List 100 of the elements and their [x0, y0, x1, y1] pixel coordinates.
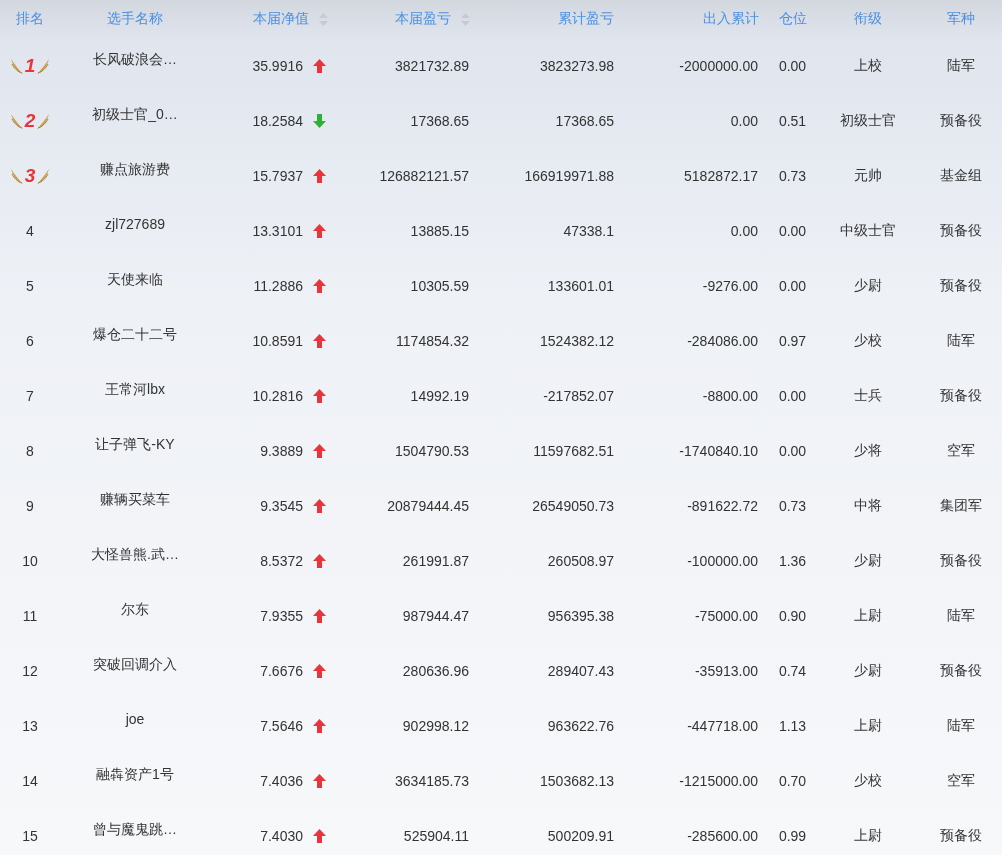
table-cell: 26549050.73: [532, 497, 614, 514]
table-cell: 133601.01: [547, 277, 614, 294]
net-value: 7.9355: [260, 607, 303, 624]
column-header: 排名: [16, 10, 44, 28]
table-cell: -447718.00: [687, 717, 758, 734]
table-cell: 预备役: [940, 386, 982, 405]
table-cell: -9276.00: [702, 277, 758, 294]
table-cell: -284086.00: [687, 332, 758, 349]
column-header: 出入累计: [703, 10, 759, 28]
table-cell: 初级士官: [839, 111, 896, 130]
player-name[interactable]: 大怪兽熊.武…: [91, 546, 179, 564]
rank-number: 6: [26, 332, 34, 349]
table-cell: -1740840.10: [679, 442, 758, 459]
player-name[interactable]: 融犇资产1号: [96, 766, 174, 784]
table-cell: 元帅: [853, 166, 882, 185]
table-cell: 陆军: [947, 331, 975, 350]
net-value: 7.6676: [260, 662, 303, 679]
player-name[interactable]: joe: [125, 711, 145, 727]
table-cell: 17368.65: [410, 112, 469, 129]
table-cell: 3821732.89: [395, 57, 469, 74]
rank-number: 8: [26, 442, 34, 459]
table-cell: 956395.38: [547, 607, 614, 624]
table-cell: 166919971.88: [524, 167, 614, 184]
net-value: 15.7937: [252, 167, 303, 184]
player-name[interactable]: 长风破浪会…: [93, 51, 177, 69]
table-cell: 3634185.73: [395, 772, 469, 789]
table-cell: 0.00: [778, 57, 807, 74]
table-cell: 47338.1: [563, 222, 614, 239]
table-cell: 上校: [853, 56, 882, 75]
rank-badge: 2: [9, 109, 51, 132]
column-header: 衔级: [853, 10, 882, 28]
table-cell: 0.90: [778, 607, 807, 624]
player-name[interactable]: 突破回调介入: [93, 656, 177, 674]
table-cell: 预备役: [940, 111, 982, 130]
table-cell: 陆军: [947, 606, 975, 625]
net-value: 8.5372: [260, 552, 303, 569]
table-cell: 13885.15: [410, 222, 469, 239]
table-cell: 空军: [947, 441, 975, 460]
table-cell: 上尉: [853, 606, 882, 625]
table-cell: 1.13: [778, 717, 807, 734]
table-cell: -1215000.00: [679, 772, 758, 789]
player-name[interactable]: zjl727689: [105, 216, 165, 232]
column-header: 军种: [947, 10, 975, 28]
table-cell: 1.36: [778, 552, 807, 569]
table-cell: 289407.43: [547, 662, 614, 679]
table-cell: 基金组: [940, 166, 982, 185]
rank-badge: 3: [9, 164, 51, 187]
table-cell: 少校: [853, 331, 882, 350]
table-cell: 陆军: [947, 56, 975, 75]
table-cell: 预备役: [940, 221, 982, 240]
rank-badge: 1: [9, 54, 51, 77]
player-name[interactable]: 初级士官_0…: [92, 106, 178, 124]
table-cell: 10305.59: [410, 277, 469, 294]
player-name[interactable]: 曾与魔鬼跳…: [93, 821, 177, 839]
table-cell: 上尉: [853, 826, 882, 845]
table-cell: 500209.91: [547, 827, 614, 844]
table-cell: 空军: [947, 771, 975, 790]
table-cell: 少尉: [853, 551, 882, 570]
table-cell: 1174854.32: [396, 332, 469, 349]
table-cell: 预备役: [940, 661, 982, 680]
rank-number: 5: [26, 277, 34, 294]
table-cell: 3823273.98: [540, 57, 614, 74]
table-cell: 261991.87: [402, 552, 469, 569]
table-cell: 士兵: [853, 386, 882, 405]
table-cell: 0.00: [730, 112, 758, 129]
table-cell: 0.73: [778, 497, 807, 514]
player-name[interactable]: 爆仓二十二号: [93, 326, 177, 344]
rank-number: 15: [22, 827, 38, 844]
table-cell: 0.00: [778, 442, 807, 459]
table-cell: 陆军: [947, 716, 975, 735]
net-value: 9.3889: [260, 442, 303, 459]
rank-number: 9: [26, 497, 34, 514]
net-value: 10.2816: [252, 387, 303, 404]
table-cell: 少尉: [853, 276, 882, 295]
rank-number: 14: [22, 772, 38, 789]
table-cell: -100000.00: [687, 552, 758, 569]
net-value: 7.5646: [260, 717, 303, 734]
table-cell: -2000000.00: [679, 57, 758, 74]
table-cell: 中级士官: [839, 221, 896, 240]
player-name[interactable]: 王常河lbx: [105, 381, 165, 399]
table-cell: 963622.76: [547, 717, 614, 734]
net-value: 13.3101: [252, 222, 303, 239]
table-cell: 20879444.45: [387, 497, 469, 514]
table-cell: 少校: [853, 771, 882, 790]
player-name[interactable]: 赚辆买菜车: [100, 491, 170, 509]
table-cell: 902998.12: [402, 717, 469, 734]
table-cell: 0.00: [778, 387, 807, 404]
player-name[interactable]: 天使来临: [107, 271, 163, 289]
table-cell: -285600.00: [687, 827, 758, 844]
table-cell: 0.00: [730, 222, 758, 239]
player-name[interactable]: 尔东: [121, 601, 149, 619]
table-cell: 少将: [853, 441, 882, 460]
table-cell: 少尉: [853, 661, 882, 680]
rank-number: 4: [26, 222, 34, 239]
rank-number: 12: [22, 662, 38, 679]
player-name[interactable]: 让子弹飞-KY: [95, 436, 175, 454]
player-name[interactable]: 赚点旅游费: [100, 161, 170, 179]
column-header: 选手名称: [107, 10, 163, 28]
rank-number: 7: [26, 387, 34, 404]
table-cell: 0.74: [778, 662, 807, 679]
